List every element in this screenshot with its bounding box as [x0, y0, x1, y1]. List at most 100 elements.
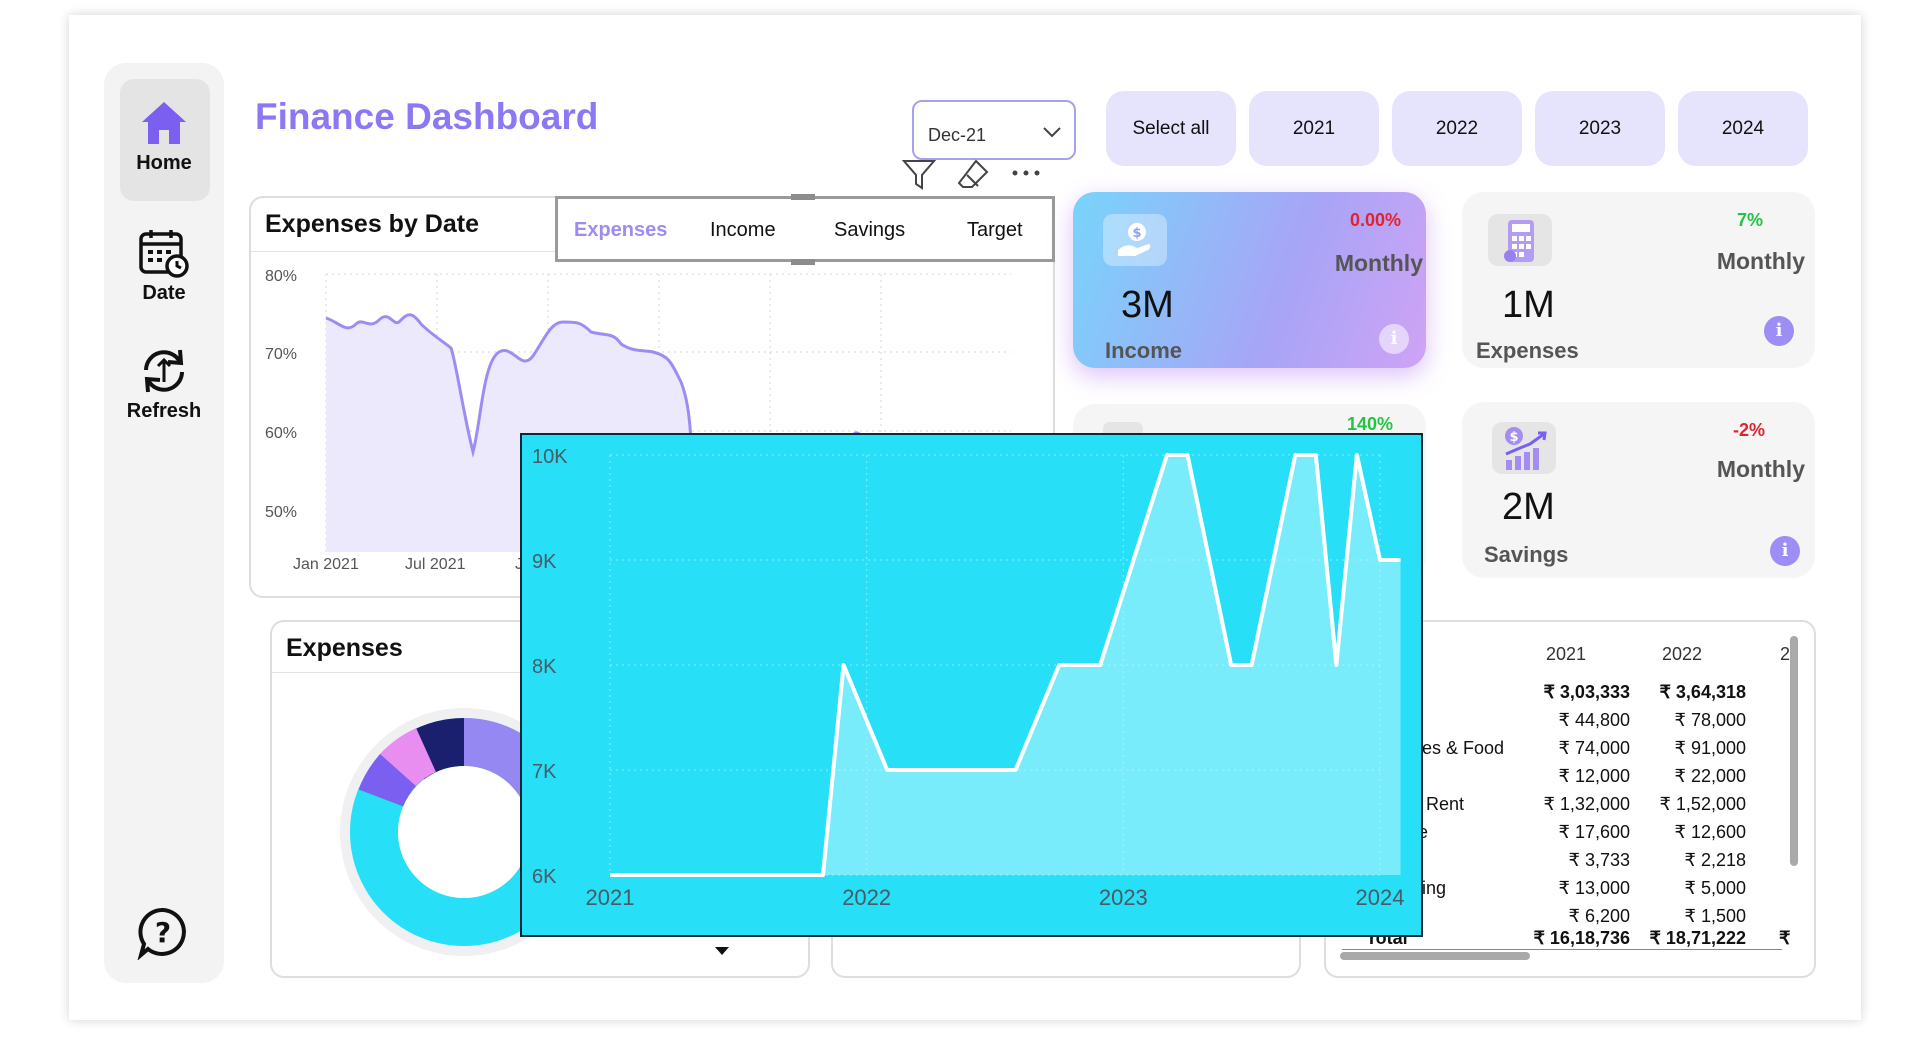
kpi-icon-box: $ — [1492, 422, 1556, 474]
x-tick-label: 2022 — [842, 885, 891, 910]
kpi-expenses-label: Expenses — [1476, 338, 1579, 363]
kpi-income-label: Income — [1105, 338, 1183, 363]
nav-label-date: Date — [142, 282, 186, 304]
growth-chart-icon: $ — [1505, 427, 1547, 470]
svg-text:?: ? — [155, 916, 171, 949]
vertical-scrollbar[interactable] — [1790, 636, 1798, 866]
nav-item-home[interactable]: Home — [104, 98, 224, 175]
year-button-2021[interactable]: 2021 — [1249, 91, 1379, 166]
table-cell-2021: ₹ 44,800 — [1558, 710, 1630, 730]
kpi-savings-label: Savings — [1484, 542, 1569, 567]
table-total-2021: ₹ 16,18,736 — [1533, 928, 1630, 948]
expenses-by-date-title: Expenses by Date — [265, 210, 479, 238]
date-filter-dropdown[interactable]: Dec-21 — [912, 100, 1076, 160]
x-tick: Jul 2021 — [405, 556, 466, 573]
kpi-income-period: Monthly — [1334, 250, 1423, 276]
home-icon — [142, 102, 186, 144]
tab-savings[interactable]: Savings — [834, 219, 905, 242]
kpi-savings-value: 2M — [1502, 486, 1555, 528]
x-tick: Jan 2021 — [293, 556, 359, 573]
table-cell-2021: ₹ 3,733 — [1568, 850, 1631, 870]
kpi-income-value: 3M — [1121, 284, 1174, 326]
resize-handle[interactable] — [791, 259, 815, 265]
kpi-savings-period: Monthly — [1716, 456, 1805, 482]
y-tick-label: 8K — [532, 656, 557, 678]
visual-toolbar — [898, 156, 1048, 192]
help-icon[interactable]: ? — [136, 906, 190, 960]
y-tick: 70% — [265, 346, 298, 363]
table-header: 2 — [1780, 644, 1791, 664]
kpi-savings-change: -2% — [1732, 420, 1765, 440]
chevron-down-icon — [1043, 127, 1061, 138]
table-cell-2021: ₹ 74,000 — [1558, 738, 1630, 758]
x-tick-label: 2024 — [1356, 885, 1405, 910]
year-button-2022[interactable]: 2022 — [1392, 91, 1522, 166]
table-cell-2022: ₹ 91,000 — [1674, 738, 1746, 758]
kpi-icon-box — [1488, 214, 1552, 266]
year-button-2024[interactable]: 2024 — [1678, 91, 1808, 166]
info-icon[interactable]: i — [1764, 316, 1794, 346]
year-button-2023[interactable]: 2023 — [1535, 91, 1665, 166]
y-tick: 50% — [265, 504, 298, 521]
info-icon[interactable]: i — [1770, 536, 1800, 566]
table-cell-2022: ₹ 1,500 — [1684, 906, 1747, 926]
money-hand-icon: $ — [1118, 223, 1151, 256]
calendar-icon — [139, 230, 189, 278]
table-cell-2022: ₹ 3,64,318 — [1659, 682, 1746, 702]
sidebar: Home Date Refresh ? — [104, 63, 224, 983]
year-button-select-all[interactable]: Select all — [1106, 91, 1236, 166]
kpi-card-savings[interactable]: $ -2% Monthly 2M Savings i — [1462, 402, 1815, 578]
y-tick-label: 9K — [532, 551, 557, 573]
nav-label-home: Home — [136, 152, 192, 174]
eraser-icon[interactable] — [956, 158, 990, 190]
table-cell-2021: ₹ 1,32,000 — [1543, 794, 1630, 814]
table-total-2023: ₹ — [1779, 928, 1791, 948]
table-total-2022: ₹ 18,71,222 — [1649, 928, 1746, 948]
kpi-card-expenses[interactable]: 7% Monthly 1M Expenses i — [1462, 192, 1815, 368]
area-chart-svg: 10K 9K 8K 7K 6K 2021 2022 2023 2024 — [532, 446, 1405, 910]
resize-handle[interactable] — [791, 194, 815, 200]
kpi-expenses-change: 7% — [1736, 210, 1763, 230]
y-tick: 60% — [265, 425, 298, 442]
kpi-icon-box: $ — [1103, 214, 1167, 266]
table-cell-2022: ₹ 78,000 — [1674, 710, 1746, 730]
y-tick-label: 7K — [532, 761, 557, 783]
date-filter-value: Dec-21 — [928, 125, 987, 145]
nav-item-refresh[interactable]: Refresh — [104, 346, 224, 423]
table-cell-2021: ₹ 12,000 — [1558, 766, 1630, 786]
kpi-expenses-value: 1M — [1502, 284, 1555, 326]
table-cell-2021: ₹ 3,03,333 — [1543, 682, 1630, 702]
page-title: Finance Dashboard — [255, 96, 599, 137]
filter-icon[interactable] — [902, 158, 936, 190]
svg-text:$: $ — [1132, 226, 1141, 241]
kpi-card-income[interactable]: $ 0.00% Monthly 3M Income i — [1073, 192, 1426, 368]
kpi-savings-rate-change: 140% — [1347, 414, 1394, 434]
y-tick-label: 6K — [532, 866, 557, 888]
table-cell-2022: ₹ 2,218 — [1684, 850, 1747, 870]
caret-down-icon[interactable] — [714, 946, 730, 956]
kpi-income-change: 0.00% — [1349, 210, 1401, 230]
table-cell-2022: ₹ 5,000 — [1684, 878, 1747, 898]
table-cell-2022: ₹ 22,000 — [1674, 766, 1746, 786]
info-icon[interactable]: i — [1379, 324, 1409, 354]
refresh-icon — [144, 349, 184, 393]
y-tick: 80% — [265, 268, 298, 285]
tab-target[interactable]: Target — [967, 219, 1023, 242]
table-header: 2021 — [1546, 644, 1587, 664]
nav-label-refresh: Refresh — [126, 400, 202, 422]
overlay-area-chart: 10K 9K 8K 7K 6K 2021 2022 2023 2024 — [520, 433, 1423, 937]
table-cell-2022: ₹ 1,52,000 — [1659, 794, 1746, 814]
table-header: 2022 — [1662, 644, 1703, 664]
nav-item-date[interactable]: Date — [104, 228, 224, 305]
tab-income[interactable]: Income — [710, 219, 776, 242]
y-tick-label: 10K — [532, 446, 568, 468]
x-tick-label: 2023 — [1099, 885, 1148, 910]
divider — [1342, 949, 1782, 950]
table-cell-2022: ₹ 12,600 — [1674, 822, 1746, 842]
horizontal-scrollbar[interactable] — [1340, 952, 1530, 960]
tab-expenses[interactable]: Expenses — [574, 219, 667, 242]
kpi-expenses-period: Monthly — [1716, 248, 1805, 274]
table-cell-2021: ₹ 6,200 — [1568, 906, 1631, 926]
expenses-donut-title: Expenses — [286, 634, 403, 662]
more-options-icon[interactable] — [1010, 168, 1044, 178]
